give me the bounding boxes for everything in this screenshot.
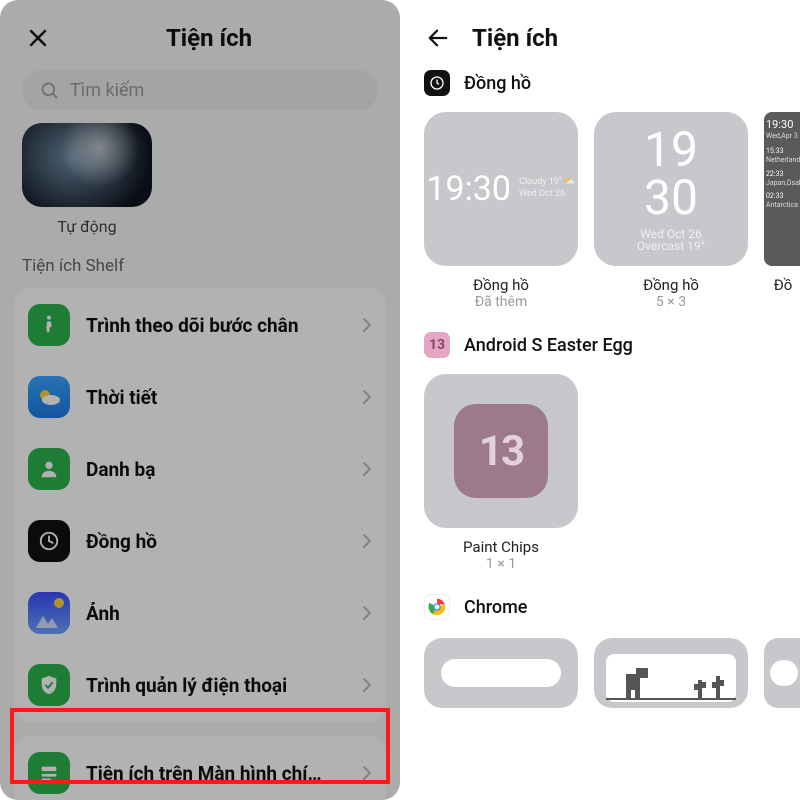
row-label: Trình theo dõi bước chân <box>86 314 346 337</box>
chevron-right-icon <box>362 389 372 405</box>
widget-name: Đồ <box>764 276 800 294</box>
section-shelf: Tiện ích Shelf <box>0 246 400 282</box>
widget-tile: 19:30 Wed,Apr 3 15:33 Netherlands 22:33 … <box>764 112 800 266</box>
search-placeholder: Tìm kiếm <box>70 80 144 101</box>
row-photos[interactable]: Ảnh <box>14 578 386 650</box>
contacts-icon <box>28 448 70 490</box>
chrome-widget-dino[interactable] <box>594 638 748 708</box>
weather-icon <box>28 376 70 418</box>
walk-icon <box>28 304 70 346</box>
right-screen: Tiện ích Đồng hồ 19:30 Cloudy 19° ⛅ Wed … <box>400 0 800 800</box>
widget-name: Đồng hồ <box>424 276 578 294</box>
wc3-p3: Antarctica <box>766 201 798 210</box>
app-label: Chrome <box>464 597 527 618</box>
auto-tile-preview <box>22 123 152 207</box>
egg-tile-inner: 13 <box>454 404 548 498</box>
dino-game-preview <box>606 654 736 702</box>
chevron-right-icon <box>362 461 372 477</box>
wc3-time: 19:30 <box>766 118 793 132</box>
search-input[interactable]: Tìm kiếm <box>22 70 378 111</box>
chevron-right-icon <box>362 765 372 781</box>
row-label: Thời tiết <box>86 386 346 409</box>
cond-text: Cloudy 19° <box>519 177 562 187</box>
easter-egg-icon: 13 <box>424 332 450 358</box>
wc3-l3: 02:33 <box>766 192 783 201</box>
wc3-l2: 22:33 <box>766 170 783 179</box>
preview-pill <box>770 660 798 686</box>
chevron-right-icon <box>362 605 372 621</box>
time-h: 19 <box>644 126 698 174</box>
right-title: Tiện ích <box>472 24 558 52</box>
cond-text: Overcast 19° <box>637 240 705 252</box>
egg-widgets-row: 13 Paint Chips 1 × 1 <box>400 368 800 576</box>
chevron-right-icon <box>362 317 372 333</box>
search-bar-preview <box>441 659 561 687</box>
widget-sub: 1 × 1 <box>424 556 578 572</box>
row-label: Danh bạ <box>86 458 346 481</box>
widget-name: Paint Chips <box>424 538 578 556</box>
chrome-icon <box>424 594 450 620</box>
row-contacts[interactable]: Danh bạ <box>14 434 386 506</box>
app-label: Android S Easter Egg <box>464 335 633 356</box>
clock-widget-3[interactable]: 19:30 Wed,Apr 3 15:33 Netherlands 22:33 … <box>764 112 800 310</box>
app-chrome[interactable]: Chrome <box>400 588 800 630</box>
left-title: Tiện ích <box>40 24 378 52</box>
widget-sub: Đã thêm <box>424 294 578 310</box>
chrome-widgets-row <box>400 630 800 708</box>
shelf-list-2: Tiện ích trên Màn hình chí… <box>14 736 386 800</box>
clock-app-icon <box>424 70 450 96</box>
widget-sub: 5 × 3 <box>594 294 748 310</box>
row-weather[interactable]: Thời tiết <box>14 362 386 434</box>
row-label: Ảnh <box>86 602 346 625</box>
shelf-list: Trình theo dõi bước chân Thời tiết Danh … <box>14 288 386 722</box>
clock-widget-2[interactable]: 19 30 Wed Oct 26 Overcast 19° Đồng hồ 5 … <box>594 112 748 310</box>
search-icon <box>40 81 60 101</box>
row-label: Đồng hồ <box>86 530 346 553</box>
home-widgets-icon <box>28 752 70 794</box>
date-text: Wed Oct 26 <box>519 189 565 199</box>
left-header: Tiện ích <box>0 0 400 64</box>
time-m: 30 <box>644 174 698 222</box>
row-step-tracker[interactable]: Trình theo dõi bước chân <box>14 288 386 362</box>
auto-label: Tự động <box>22 217 152 236</box>
widget-tile: 19:30 Cloudy 19° ⛅ Wed Oct 26 <box>424 112 578 266</box>
app-easter-egg[interactable]: 13 Android S Easter Egg <box>400 326 800 368</box>
wc3-date: Wed,Apr 3 <box>766 132 798 141</box>
row-label: Tiện ích trên Màn hình chí… <box>86 762 346 785</box>
wc3-l1: 15:33 <box>766 147 783 156</box>
chrome-widget-3[interactable] <box>764 638 800 708</box>
widget-name: Đồng hồ <box>594 276 748 294</box>
clock-widget-1[interactable]: 19:30 Cloudy 19° ⛅ Wed Oct 26 Đồng hồ Đã… <box>424 112 578 310</box>
time-text: 19:30 <box>426 169 511 209</box>
row-label: Trình quản lý điện thoại <box>86 674 346 697</box>
app-label: Đồng hồ <box>464 73 531 94</box>
clock-widgets-row: 19:30 Cloudy 19° ⛅ Wed Oct 26 Đồng hồ Đã… <box>400 106 800 314</box>
widget-tile: 19 30 Wed Oct 26 Overcast 19° <box>594 112 748 266</box>
app-clock[interactable]: Đồng hồ <box>400 64 800 106</box>
photos-icon <box>28 592 70 634</box>
row-home-widgets[interactable]: Tiện ích trên Màn hình chí… <box>14 736 386 800</box>
wc3-p1: Netherlands <box>766 156 800 165</box>
wc3-p2: Japan,Osaka <box>766 179 800 188</box>
chevron-right-icon <box>362 677 372 693</box>
paint-chips-widget[interactable]: 13 Paint Chips 1 × 1 <box>424 374 578 572</box>
left-screen: Tiện ích Tìm kiếm Tự động Tiện ích Shelf… <box>0 0 400 800</box>
auto-widget[interactable]: Tự động <box>0 123 400 246</box>
row-clock[interactable]: Đồng hồ <box>14 506 386 578</box>
chevron-right-icon <box>362 533 372 549</box>
clock-icon <box>28 520 70 562</box>
chrome-widget-search[interactable] <box>424 638 578 708</box>
widget-tile: 13 <box>424 374 578 528</box>
shield-icon <box>28 664 70 706</box>
back-icon[interactable] <box>422 22 454 54</box>
row-phone-manager[interactable]: Trình quản lý điện thoại <box>14 650 386 722</box>
right-header: Tiện ích <box>400 0 800 64</box>
